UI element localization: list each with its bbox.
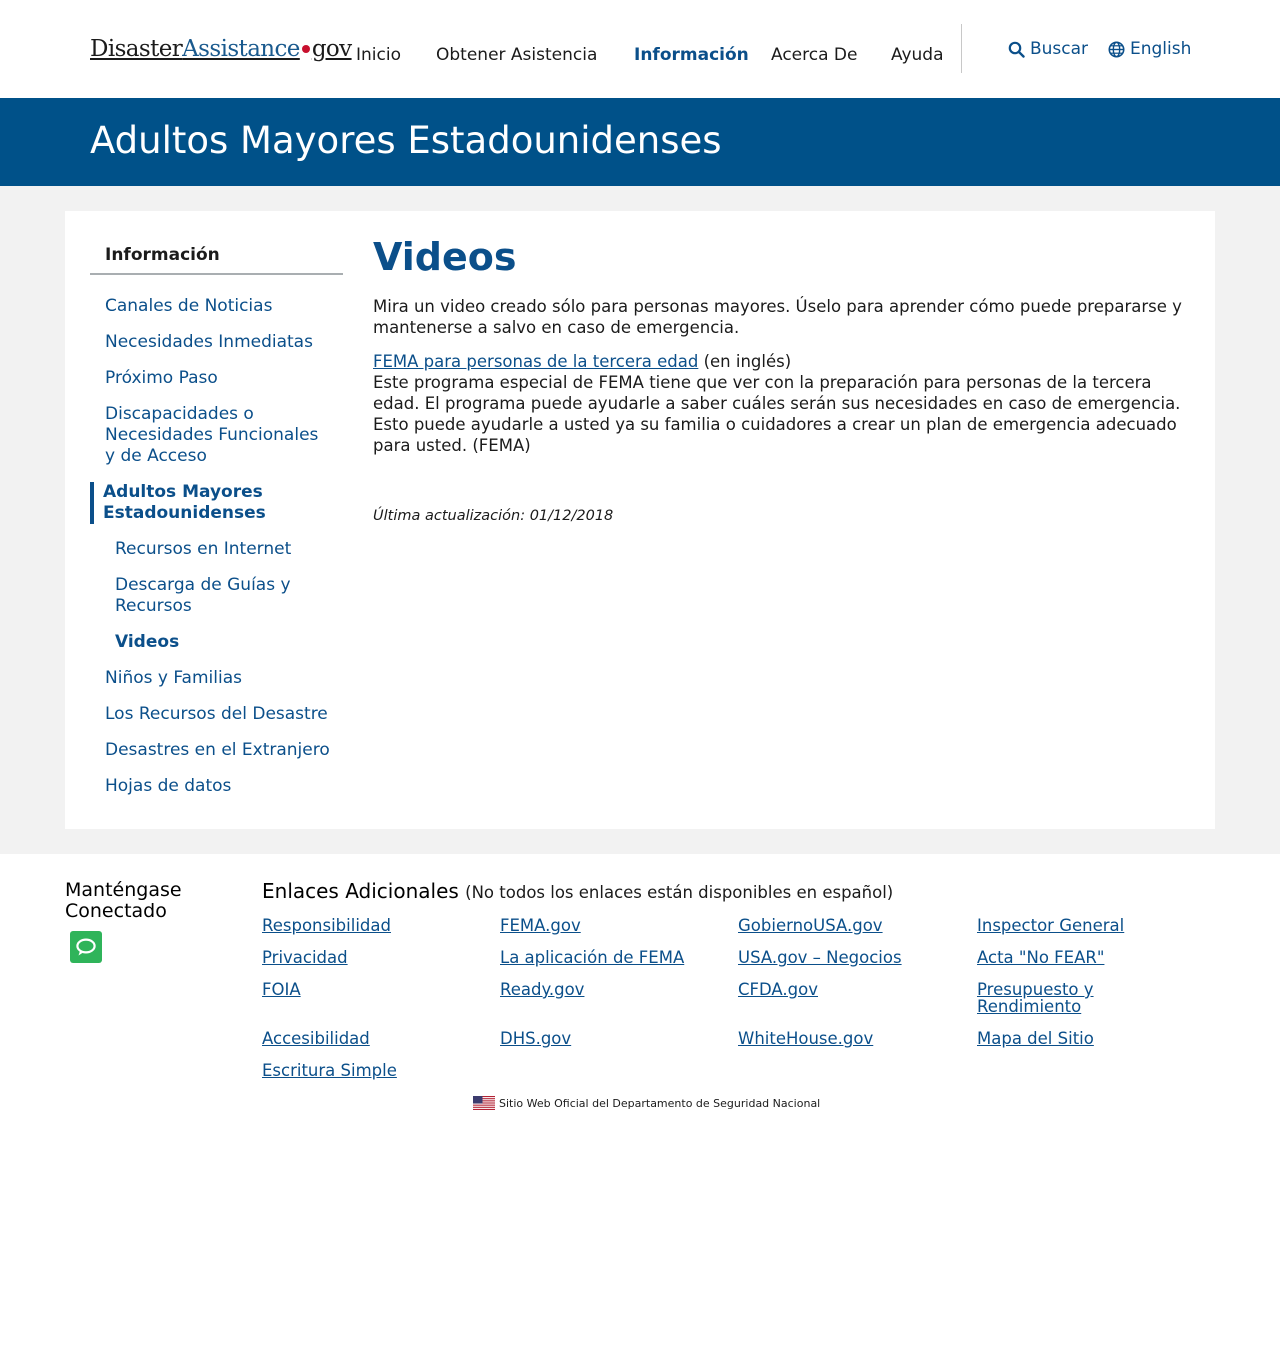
official-site-text: Sitio Web Oficial del Departamento de Se… [499,1096,821,1110]
sidebar-item-recursos-del-desastre[interactable]: Los Recursos del Desastre [90,704,343,725]
sidebar-item-canales-de-noticias[interactable]: Canales de Noticias [90,296,343,317]
footer-links-column-1: Responsibilidad Privacidad FOIA Accesibi… [262,917,462,1094]
footer-link-privacidad[interactable]: Privacidad [262,949,462,966]
globe-icon [1108,41,1125,57]
additional-links-note: (No todos los enlaces están disponibles … [465,883,894,902]
footer-link-gobiernousa[interactable]: GobiernoUSA.gov [738,917,938,934]
footer-link-fema-app[interactable]: La aplicación de FEMA [500,949,700,966]
header-divider [961,24,962,73]
footer-link-ready-gov[interactable]: Ready.gov [500,981,700,1015]
chat-icon[interactable] [70,931,102,963]
nav-ayuda[interactable]: Ayuda [891,44,944,66]
footer-link-fema-gov[interactable]: FEMA.gov [500,917,700,934]
video-description: Este programa especial de FEMA tiene que… [373,373,1181,455]
main-content: Videos Mira un video creado sólo para pe… [373,233,1188,527]
footer-links-column-4: Inspector General Acta "No FEAR" Presupu… [977,917,1157,1062]
video-entry: FEMA para personas de la tercera edad (e… [373,351,1188,456]
footer-link-accesibilidad[interactable]: Accesibilidad [262,1030,462,1047]
footer-link-presupuesto[interactable]: Presupuesto y Rendimiento [977,981,1157,1015]
logo-dot [301,45,310,53]
footer-link-responsibilidad[interactable]: Responsibilidad [262,917,462,934]
content-background: Información Canales de Noticias Necesida… [0,186,1280,854]
nav-inicio[interactable]: Inicio [356,44,401,66]
speech-bubble-icon [76,938,96,956]
footer-link-mapa-del-sitio[interactable]: Mapa del Sitio [977,1030,1157,1047]
sidebar-item-desastres-extranjero[interactable]: Desastres en el Extranjero [90,740,343,761]
video-language-note: (en inglés) [698,352,792,371]
site-footer: Manténgase Conectado Enlaces Adicionales… [0,854,1280,1347]
content-card: Información Canales de Noticias Necesida… [65,211,1215,829]
sidebar-subitem-recursos-en-internet[interactable]: Recursos en Internet [90,539,343,560]
page-title: Adultos Mayores Estadounidenses [90,119,722,162]
additional-links-heading: Enlaces Adicionales (No todos los enlace… [262,879,893,905]
language-label: English [1130,39,1192,59]
logo-part-disaster: Disaster [90,36,183,62]
sidebar-item-ninos-y-familias[interactable]: Niños y Familias [90,668,343,689]
sidebar-nav: Información Canales de Noticias Necesida… [90,239,343,812]
us-flag-icon [473,1096,495,1110]
sidebar-item-discapacidades[interactable]: Discapacidades o Necesidades Funcionales… [90,404,343,467]
footer-link-cfda[interactable]: CFDA.gov [738,981,938,1015]
footer-links-column-2: FEMA.gov La aplicación de FEMA Ready.gov… [500,917,700,1062]
search-label: Buscar [1030,39,1089,59]
sidebar-item-adultos-mayores[interactable]: Adultos Mayores Estadounidenses [90,482,343,524]
site-header: DisasterAssistance gov Inicio Obtener Asi… [0,0,1280,98]
logo-part-assistance: Assistance [182,36,300,62]
official-site-notice: Sitio Web Oficial del Departamento de Se… [473,1096,820,1110]
footer-link-whitehouse[interactable]: WhiteHouse.gov [738,1030,938,1047]
sidebar-item-proximo-paso[interactable]: Próximo Paso [90,368,343,389]
page-banner: Adultos Mayores Estadounidenses [0,98,1280,186]
additional-links-title: Enlaces Adicionales [262,879,459,903]
intro-paragraph: Mira un video creado sólo para personas … [373,297,1182,337]
footer-link-no-fear[interactable]: Acta "No FEAR" [977,949,1157,966]
last-updated: Última actualización: 01/12/2018 [373,508,614,524]
search-icon [1008,41,1025,58]
sidebar-item-hojas-de-datos[interactable]: Hojas de datos [90,776,343,797]
search-button[interactable]: Buscar [1008,38,1088,60]
footer-link-foia[interactable]: FOIA [262,981,462,1015]
footer-links-column-3: GobiernoUSA.gov USA.gov – Negocios CFDA.… [738,917,938,1062]
nav-acerca-de[interactable]: Acerca De [771,44,857,66]
footer-link-escritura-simple[interactable]: Escritura Simple [262,1062,462,1079]
sidebar-subitem-videos[interactable]: Videos [90,632,343,653]
content-title: Videos [373,235,517,279]
nav-obtener-asistencia[interactable]: Obtener Asistencia [436,44,597,66]
sidebar-list: Canales de Noticias Necesidades Inmediat… [90,275,343,797]
sidebar-item-necesidades-inmediatas[interactable]: Necesidades Inmediatas [90,332,343,353]
footer-link-usa-negocios[interactable]: USA.gov – Negocios [738,949,938,966]
footer-link-inspector-general[interactable]: Inspector General [977,917,1157,934]
footer-link-dhs-gov[interactable]: DHS.gov [500,1030,700,1047]
logo-part-gov: gov [311,36,352,62]
sidebar-heading: Información [90,239,343,275]
stay-connected-heading: Manténgase Conectado [65,879,182,922]
language-toggle[interactable]: English [1108,38,1191,60]
video-link[interactable]: FEMA para personas de la tercera edad [373,352,698,371]
nav-informacion[interactable]: Información [634,44,749,66]
sidebar-subitem-descarga-de-guias[interactable]: Descarga de Guías y Recursos [90,575,343,617]
site-logo[interactable]: DisasterAssistance gov [90,34,352,64]
